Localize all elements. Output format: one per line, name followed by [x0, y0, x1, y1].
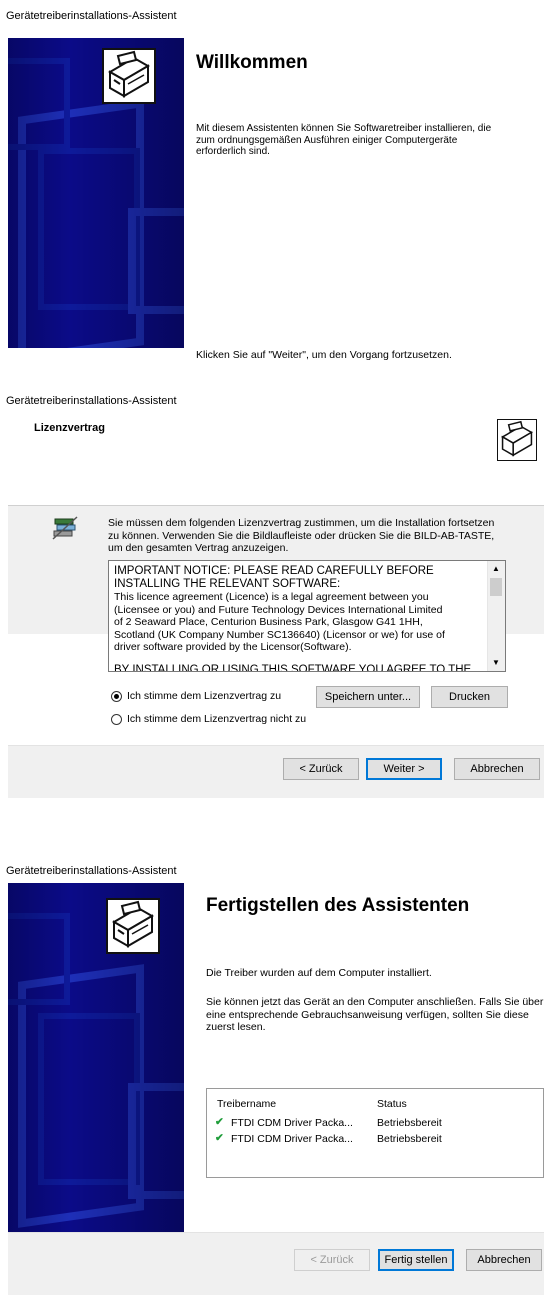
hardware-install-icon	[106, 898, 160, 954]
finish-button[interactable]: Fertig stellen	[378, 1249, 454, 1271]
table-row[interactable]: ✔ FTDI CDM Driver Packa... Betriebsberei…	[215, 1116, 535, 1131]
cancel-button[interactable]: Abbrechen	[466, 1249, 542, 1271]
connect-message: Sie können jetzt das Gerät an den Comput…	[206, 996, 544, 1033]
accept-radio[interactable]	[111, 691, 122, 702]
button-bar	[8, 1233, 544, 1295]
license-window: Gerätetreiberinstallations-Assistent Liz…	[0, 385, 544, 473]
column-header-name[interactable]: Treibername	[217, 1098, 276, 1110]
license-line: IMPORTANT NOTICE: PLEASE READ CAREFULLY …	[114, 565, 434, 577]
welcome-heading: Willkommen	[196, 52, 308, 73]
continue-hint: Klicken Sie auf "Weiter", um den Vorgang…	[196, 349, 452, 361]
finish-heading: Fertigstellen des Assistenten	[206, 895, 470, 916]
license-line: BY INSTALLING OR USING THIS SOFTWARE YOU…	[114, 663, 472, 672]
checkmark-icon: ✔	[215, 1116, 224, 1128]
license-text-box[interactable]: IMPORTANT NOTICE: PLEASE READ CAREFULLY …	[108, 560, 506, 672]
hardware-install-icon	[102, 48, 156, 104]
scroll-down-arrow-icon[interactable]: ▼	[492, 657, 500, 670]
license-line: (Licensee or you) and Future Technology …	[114, 603, 443, 616]
license-line: of 2 Seaward Place, Centurion Business P…	[114, 616, 423, 628]
driver-status: Betriebsbereit	[377, 1133, 442, 1145]
hardware-install-icon	[497, 419, 537, 461]
finish-window: Gerätetreiberinstallations-Assistent Fer…	[0, 825, 544, 1295]
driver-name: FTDI CDM Driver Packa...	[231, 1133, 353, 1145]
license-books-icon	[52, 515, 78, 541]
window-title: Gerätetreiberinstallations-Assistent	[6, 395, 177, 407]
wizard-side-banner	[8, 883, 184, 1232]
save-as-button[interactable]: Speichern unter...	[316, 686, 420, 708]
installed-message: Die Treiber wurden auf dem Computer inst…	[206, 967, 432, 979]
decline-radio[interactable]	[111, 714, 122, 725]
welcome-window: Gerätetreiberinstallations-Assistent Wil…	[0, 0, 544, 361]
column-header-status[interactable]: Status	[377, 1098, 407, 1110]
window-title: Gerätetreiberinstallations-Assistent	[6, 10, 177, 22]
divider	[8, 505, 544, 506]
driver-status: Betriebsbereit	[377, 1117, 442, 1129]
accept-radio-label[interactable]: Ich stimme dem Lizenzvertrag zu	[127, 690, 281, 703]
wizard-side-banner	[8, 38, 184, 348]
decline-radio-label[interactable]: Ich stimme dem Lizenzvertrag nicht zu	[127, 713, 306, 726]
checkmark-icon: ✔	[215, 1132, 224, 1144]
window-title: Gerätetreiberinstallations-Assistent	[6, 865, 177, 877]
license-line: This licence agreement (Licence) is a le…	[114, 591, 429, 603]
welcome-intro: Mit diesem Assistenten können Sie Softwa…	[196, 123, 492, 157]
driver-name: FTDI CDM Driver Packa...	[231, 1117, 353, 1129]
next-button[interactable]: Weiter >	[366, 758, 442, 780]
back-button[interactable]: < Zurück	[283, 758, 359, 780]
license-heading: Lizenzvertrag	[34, 422, 105, 434]
back-button[interactable]: < Zurück	[294, 1249, 370, 1271]
print-button[interactable]: Drucken	[431, 686, 508, 708]
cancel-button[interactable]: Abbrechen	[454, 758, 540, 780]
scroll-up-arrow-icon[interactable]: ▲	[492, 563, 500, 576]
license-scrollbar[interactable]: ▲ ▼	[487, 561, 505, 671]
scroll-thumb[interactable]	[490, 578, 502, 596]
table-row[interactable]: ✔ FTDI CDM Driver Packa... Betriebsberei…	[215, 1132, 535, 1147]
license-instruction: Sie müssen dem folgenden Lizenzvertrag z…	[108, 517, 495, 554]
license-line: driver software provided by the Licensor…	[114, 641, 352, 653]
license-line: INSTALLING THE RELEVANT SOFTWARE:	[114, 578, 341, 590]
driver-status-list[interactable]: Treibername Status ✔ FTDI CDM Driver Pac…	[206, 1088, 544, 1178]
license-line: Scotland (UK Company Number SC136640) (L…	[114, 628, 445, 641]
